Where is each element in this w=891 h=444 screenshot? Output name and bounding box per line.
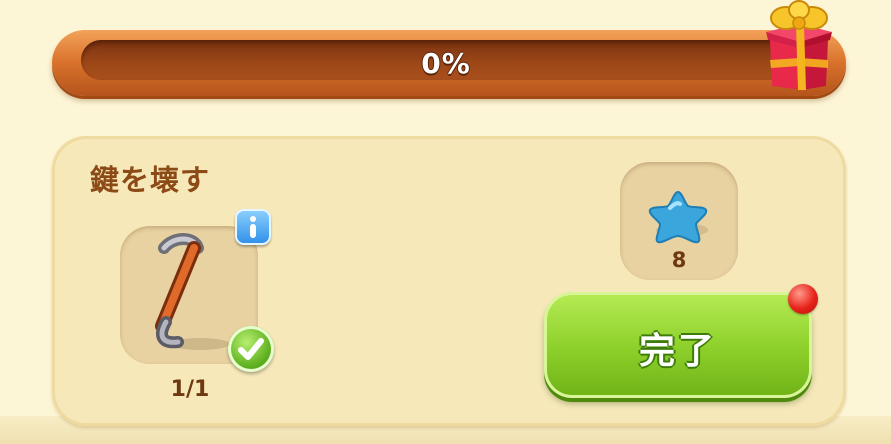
- complete-button[interactable]: 完了: [544, 292, 812, 398]
- quest-progress-bar: 0%: [52, 30, 846, 96]
- check-glyph-icon: [238, 338, 264, 360]
- checkmark-icon: [228, 326, 274, 372]
- gift-box-icon[interactable]: [756, 0, 836, 96]
- item-count: 1/1: [170, 377, 210, 402]
- info-icon[interactable]: [235, 209, 271, 245]
- complete-button-label: 完了: [638, 331, 717, 372]
- reward-count: 8: [671, 248, 687, 272]
- quest-panel: 鍵を壊す 1/1 8 完了: [52, 136, 846, 426]
- quest-title: 鍵を壊す: [90, 163, 211, 197]
- progress-track: 0%: [81, 40, 811, 80]
- notification-dot: [788, 284, 818, 314]
- info-glyph-icon: [250, 216, 256, 238]
- progress-percent-label: 0%: [421, 47, 471, 80]
